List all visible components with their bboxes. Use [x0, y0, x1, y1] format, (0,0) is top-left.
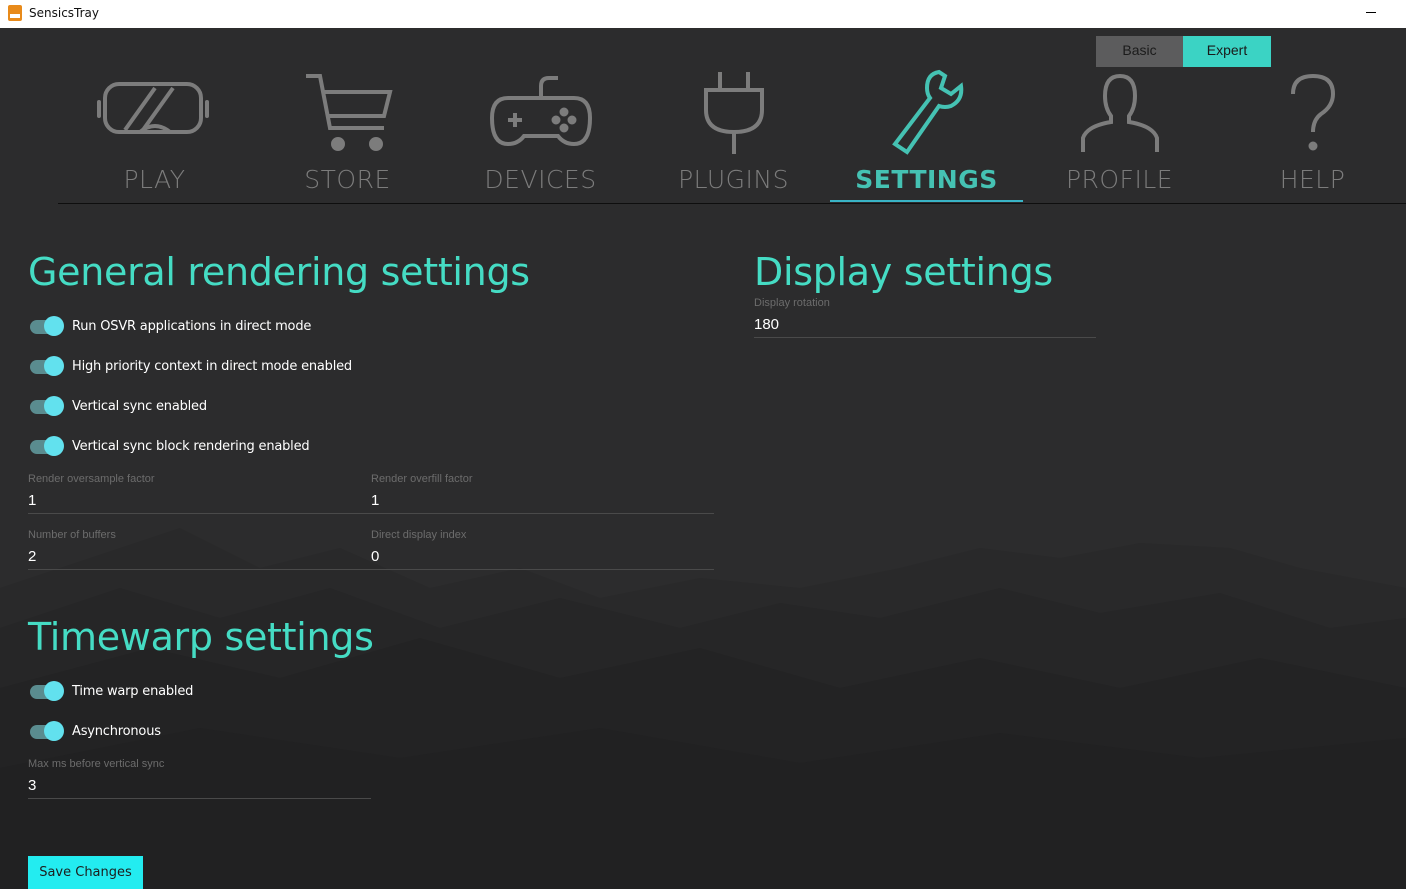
nav-play[interactable]: PLAY	[58, 68, 251, 203]
overfill-input[interactable]	[371, 487, 714, 514]
window-title: SensicsTray	[29, 6, 99, 20]
toggle-vsync[interactable]: Vertical sync enabled	[28, 396, 228, 418]
display-index-field: Direct display index	[371, 529, 714, 574]
minimize-icon	[1366, 12, 1376, 13]
toggle-knob	[44, 356, 64, 376]
buffers-field: Number of buffers	[28, 529, 371, 574]
nav-label-help: HELP	[1279, 165, 1346, 194]
toggle-vsync-block[interactable]: Vertical sync block rendering enabled	[28, 436, 310, 458]
toggle-knob	[44, 681, 64, 701]
display-rotation-label: Display rotation	[754, 297, 830, 309]
nav-label-devices: DEVICES	[484, 165, 597, 194]
nav-label-play: PLAY	[123, 165, 186, 194]
nav-label-store: STORE	[304, 165, 391, 194]
oversample-input[interactable]	[28, 487, 371, 514]
display-section-title: Display settings	[754, 250, 1053, 294]
max-ms-label: Max ms before vertical sync	[28, 758, 165, 770]
display-index-input[interactable]	[371, 543, 714, 570]
person-icon	[1080, 73, 1159, 152]
display-rotation-field: Display rotation	[754, 297, 1096, 342]
cart-icon	[305, 74, 393, 151]
nav-divider	[58, 203, 1406, 204]
mode-expert-button[interactable]: Expert	[1183, 36, 1271, 67]
app-logo-icon	[8, 5, 22, 21]
toggle-knob	[44, 396, 64, 416]
toggle-knob	[44, 721, 64, 741]
display-rotation-input[interactable]	[754, 311, 1096, 338]
max-ms-field: Max ms before vertical sync	[28, 758, 371, 803]
app-main: Basic Expert PLAY STORE DEVICES PLUGINS …	[0, 28, 1406, 889]
toggle-time-warp[interactable]: Time warp enabled	[28, 681, 198, 703]
nav-label-plugins: PLUGINS	[678, 165, 789, 194]
nav-store[interactable]: STORE	[251, 68, 444, 203]
overfill-field: Render overfill factor	[371, 473, 714, 518]
gamepad-icon	[489, 76, 592, 147]
save-changes-button[interactable]: Save Changes	[28, 856, 143, 889]
nav-plugins[interactable]: PLUGINS	[637, 68, 830, 203]
toggle-label: Time warp enabled	[72, 684, 194, 699]
active-tab-indicator	[830, 200, 1023, 202]
toggle-label: High priority context in direct mode ena…	[72, 359, 352, 374]
general-section-title: General rendering settings	[28, 250, 530, 294]
nav-profile[interactable]: PROFILE	[1023, 68, 1216, 203]
question-icon	[1290, 73, 1335, 151]
toggle-label: Run OSVR applications in direct mode	[72, 319, 312, 334]
vr-headset-icon	[96, 82, 209, 134]
nav-label-profile: PROFILE	[1065, 165, 1174, 194]
nav-help[interactable]: HELP	[1216, 68, 1406, 203]
display-index-label: Direct display index	[371, 529, 467, 541]
max-ms-input[interactable]	[28, 772, 371, 799]
toggle-direct-mode[interactable]: Run OSVR applications in direct mode	[28, 316, 328, 338]
overfill-label: Render overfill factor	[371, 473, 473, 485]
toggle-high-priority[interactable]: High priority context in direct mode ena…	[28, 356, 352, 378]
oversample-field: Render oversample factor	[28, 473, 371, 518]
oversample-label: Render oversample factor	[28, 473, 155, 485]
toggle-knob	[44, 436, 64, 456]
minimize-button[interactable]	[1352, 0, 1388, 28]
timewarp-section-title: Timewarp settings	[28, 615, 374, 659]
toggle-label: Vertical sync enabled	[72, 399, 207, 414]
wrench-icon	[891, 69, 963, 155]
buffers-input[interactable]	[28, 543, 371, 570]
nav-devices[interactable]: DEVICES	[444, 68, 637, 203]
toggle-asynchronous[interactable]: Asynchronous	[28, 721, 168, 743]
title-bar: SensicsTray	[0, 0, 1406, 28]
nav-settings[interactable]: SETTINGS	[830, 68, 1023, 203]
toggle-label: Asynchronous	[72, 724, 161, 739]
toggle-knob	[44, 316, 64, 336]
mode-basic-button[interactable]: Basic	[1096, 36, 1183, 67]
nav-label-settings: SETTINGS	[855, 165, 998, 194]
buffers-label: Number of buffers	[28, 529, 116, 541]
toggle-label: Vertical sync block rendering enabled	[72, 439, 310, 454]
plug-icon	[703, 72, 764, 154]
